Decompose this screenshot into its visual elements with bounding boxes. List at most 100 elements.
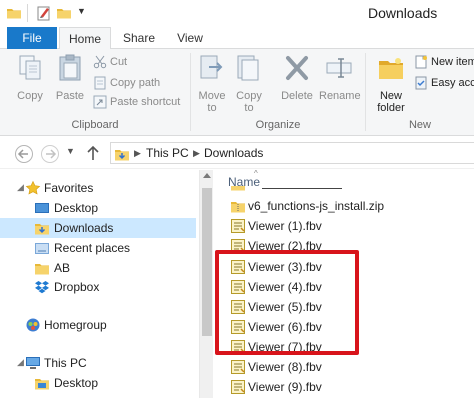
delete-x-icon bbox=[286, 56, 308, 80]
new-folder-icon bbox=[379, 58, 403, 79]
nav-item-desktop[interactable]: Desktop bbox=[0, 198, 196, 218]
customize-quick-access-icon[interactable]: ▼ bbox=[77, 6, 86, 16]
paste-shortcut-label: Paste shortcut bbox=[110, 96, 181, 108]
window-title: Downloads bbox=[368, 5, 438, 21]
easy-access-label: Easy acce bbox=[431, 77, 474, 89]
breadcrumb-chevron-icon[interactable]: ▶ bbox=[193, 148, 200, 159]
zip-folder-icon bbox=[231, 202, 245, 213]
up-arrow-icon[interactable] bbox=[86, 145, 100, 161]
nav-item-label: Dropbox bbox=[54, 280, 100, 294]
clipboard-group-label: Clipboard bbox=[71, 119, 119, 131]
nav-item-ab[interactable]: AB bbox=[0, 258, 196, 278]
organize-group-label: Organize bbox=[255, 119, 301, 131]
move-to-button[interactable]: Move to bbox=[195, 53, 229, 114]
downloads-folder-icon bbox=[35, 224, 49, 235]
easy-access-icon bbox=[415, 76, 427, 90]
nav-item-label: Desktop bbox=[54, 201, 99, 215]
file-row[interactable]: Viewer (9).fbv bbox=[228, 377, 474, 397]
copy-path-label: Copy path bbox=[110, 77, 161, 89]
easy-access-button[interactable]: Easy acce bbox=[414, 76, 474, 94]
fbv-file-icon bbox=[231, 380, 245, 394]
folder-icon[interactable] bbox=[6, 5, 22, 21]
partial-filename-fragment bbox=[262, 186, 342, 189]
star-icon bbox=[25, 180, 41, 195]
nav-item-favorites[interactable]: ◢ Favorites bbox=[0, 178, 196, 198]
expand-chevron-icon[interactable]: ◢ bbox=[17, 182, 24, 193]
scroll-up-arrow-icon[interactable] bbox=[203, 173, 211, 178]
breadcrumb-chevron-icon[interactable]: ▶ bbox=[134, 148, 141, 159]
paste-button[interactable]: Paste bbox=[53, 53, 87, 102]
file-row[interactable]: Viewer (8).fbv bbox=[228, 357, 474, 377]
scissors-icon bbox=[93, 55, 107, 69]
tab-view[interactable]: View bbox=[170, 27, 210, 49]
scrollbar-thumb[interactable] bbox=[202, 188, 212, 336]
downloads-folder-icon bbox=[115, 150, 129, 161]
nav-item-dropbox[interactable]: Dropbox bbox=[0, 277, 196, 297]
back-arrow-icon[interactable] bbox=[14, 144, 34, 164]
homegroup-icon bbox=[26, 318, 40, 332]
nav-item-label: Homegroup bbox=[44, 318, 107, 332]
new-item-icon bbox=[415, 55, 427, 69]
tab-share[interactable]: Share bbox=[116, 27, 162, 49]
nav-item-label: Favorites bbox=[44, 181, 94, 195]
desktop-icon bbox=[35, 379, 49, 390]
folder-icon bbox=[231, 186, 245, 191]
file-name: Viewer (9).fbv bbox=[248, 380, 322, 394]
nav-item-homegroup[interactable]: Homegroup bbox=[0, 315, 196, 335]
copy-button[interactable]: Copy bbox=[12, 53, 48, 102]
recent-locations-chevron-icon[interactable]: ▼ bbox=[66, 146, 75, 156]
breadcrumb-downloads[interactable]: Downloads bbox=[204, 146, 263, 160]
copy-label: Copy bbox=[17, 90, 43, 102]
paste-icon bbox=[59, 54, 81, 81]
nav-item-downloads[interactable]: Downloads bbox=[0, 218, 196, 238]
tab-home[interactable]: Home bbox=[59, 27, 111, 50]
breadcrumb-this-pc[interactable]: This PC bbox=[146, 146, 189, 160]
ribbon: Copy Paste Cut Copy path Paste shortcut … bbox=[0, 49, 474, 136]
nav-item-this-pc[interactable]: ◢ This PC bbox=[0, 353, 196, 373]
address-path-box[interactable]: ▶ This PC ▶ Downloads bbox=[110, 142, 474, 164]
forward-arrow-icon[interactable] bbox=[40, 144, 60, 164]
nav-item-label: Downloads bbox=[54, 221, 114, 235]
expand-chevron-icon[interactable]: ◢ bbox=[17, 357, 24, 368]
new-item-button[interactable]: New item bbox=[414, 55, 474, 73]
paste-label: Paste bbox=[55, 90, 85, 102]
delete-button[interactable]: Delete bbox=[279, 53, 315, 102]
ribbon-tab-bar: File Home Share View bbox=[0, 27, 474, 50]
title-bar: ▼ Downloads bbox=[0, 0, 474, 27]
rename-icon bbox=[326, 58, 352, 78]
new-item-label: New item bbox=[431, 56, 474, 68]
copy-path-button[interactable]: Copy path bbox=[93, 76, 160, 94]
rename-button[interactable]: Rename bbox=[319, 53, 361, 102]
highlight-annotation-box bbox=[215, 250, 359, 355]
navigation-pane: ◢ Favorites Desktop Downloads Recent pla… bbox=[0, 170, 200, 398]
nav-item-label: Recent places bbox=[54, 241, 131, 255]
navigation-pane-scrollbar[interactable] bbox=[199, 170, 213, 398]
quick-access-separator bbox=[27, 4, 28, 22]
rename-label: Rename bbox=[319, 90, 361, 102]
paste-shortcut-icon bbox=[93, 95, 107, 109]
file-name: Viewer (1).fbv bbox=[248, 219, 322, 233]
properties-icon[interactable] bbox=[36, 5, 52, 21]
new-folder-label: New folder bbox=[377, 90, 405, 114]
paste-shortcut-button[interactable]: Paste shortcut bbox=[93, 95, 180, 113]
delete-label: Delete bbox=[281, 90, 313, 102]
move-to-label: Move to bbox=[198, 90, 226, 114]
new-folder-button[interactable]: New folder bbox=[371, 53, 411, 114]
nav-item-label: Desktop bbox=[54, 376, 99, 390]
copy-path-icon bbox=[94, 76, 106, 90]
folder-icon bbox=[35, 264, 49, 275]
desktop-icon bbox=[35, 203, 49, 213]
tab-file[interactable]: File bbox=[7, 27, 57, 49]
cut-button[interactable]: Cut bbox=[93, 55, 127, 73]
file-row[interactable]: Viewer (1).fbv bbox=[228, 216, 474, 236]
file-row[interactable]: v6_functions-js_install.zip bbox=[228, 196, 474, 216]
copy-icon bbox=[19, 55, 41, 80]
nav-item-desktop[interactable]: Desktop bbox=[0, 373, 196, 393]
new-folder-icon[interactable] bbox=[56, 5, 72, 21]
nav-item-recent-places[interactable]: Recent places bbox=[0, 238, 196, 258]
recent-places-icon bbox=[35, 243, 49, 254]
copy-to-button[interactable]: Copy to bbox=[232, 53, 266, 114]
move-to-icon bbox=[200, 55, 223, 79]
file-name: v6_functions-js_install.zip bbox=[248, 199, 385, 213]
fbv-file-icon bbox=[231, 219, 245, 233]
